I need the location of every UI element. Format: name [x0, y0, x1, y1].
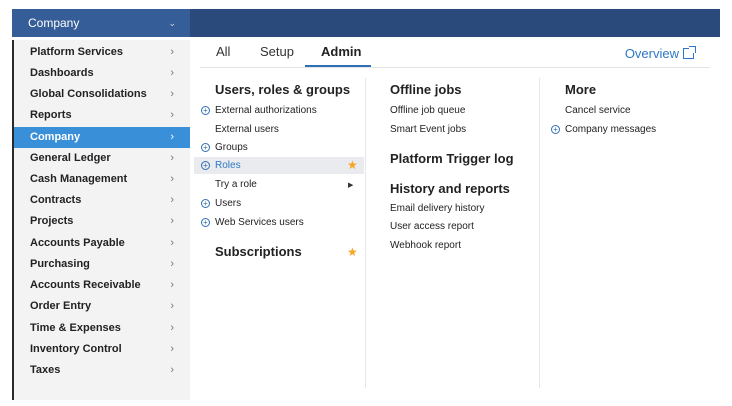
overview-link[interactable]: Overview	[624, 46, 696, 61]
chevron-right-icon: ›	[170, 300, 174, 312]
sidebar-item-label: Accounts Payable	[30, 237, 125, 249]
sidebar-item-purchasing[interactable]: Purchasing ›	[14, 254, 190, 275]
chevron-right-icon: ›	[170, 131, 174, 143]
link-offline-job-queue[interactable]: Offline job queue	[390, 105, 465, 116]
sidebar-item-label: Dashboards	[30, 67, 94, 79]
offline-jobs-heading: Offline jobs	[390, 82, 462, 97]
sidebar-item-cash-management[interactable]: Cash Management ›	[14, 169, 190, 190]
sidebar-item-label: Purchasing	[30, 258, 90, 270]
sidebar-item-label: Time & Expenses	[30, 322, 121, 334]
link-external-authorizations[interactable]: External authorizations	[215, 105, 317, 116]
column-divider	[365, 78, 366, 388]
app-frame: Company ⌄ Platform Services › Dashboards ›…	[0, 0, 732, 406]
tab-admin[interactable]: Admin	[321, 44, 361, 66]
star-icon[interactable]: ★	[347, 245, 358, 259]
external-link-icon	[683, 46, 696, 59]
sidebar-item-contracts[interactable]: Contracts ›	[14, 190, 190, 211]
sidebar-item-dashboards[interactable]: Dashboards ›	[14, 63, 190, 84]
link-cancel-service[interactable]: Cancel service	[565, 105, 631, 116]
sidebar-item-reports[interactable]: Reports ›	[14, 105, 190, 126]
sidebar-item-general-ledger[interactable]: General Ledger ›	[14, 148, 190, 169]
sidebar-item-label: Reports	[30, 109, 72, 121]
sidebar-item-global-consolidations[interactable]: Global Consolidations ›	[14, 84, 190, 105]
add-icon: +	[201, 199, 210, 208]
link-roles[interactable]: Roles	[215, 160, 241, 171]
sidebar-item-label: Inventory Control	[30, 343, 122, 355]
history-reports-heading: History and reports	[390, 181, 510, 196]
chevron-right-icon: ›	[170, 364, 174, 376]
more-heading: More	[565, 82, 597, 97]
link-try-a-role[interactable]: Try a role	[215, 179, 257, 190]
chevron-right-icon: ›	[170, 258, 174, 270]
chevron-right-icon: ›	[170, 67, 174, 79]
sidebar-item-time-expenses[interactable]: Time & Expenses ›	[14, 318, 190, 339]
chevron-right-icon: ›	[170, 173, 174, 185]
sidebar-item-label: Order Entry	[30, 300, 92, 312]
link-groups[interactable]: Groups	[215, 142, 248, 153]
chevron-right-icon: ›	[170, 88, 174, 100]
add-icon: +	[201, 218, 210, 227]
chevron-right-icon: ›	[170, 109, 174, 121]
sidebar-item-label: Platform Services	[30, 46, 123, 58]
tab-setup[interactable]: Setup	[260, 44, 294, 66]
link-email-delivery-history[interactable]: Email delivery history	[390, 203, 484, 214]
sidebar: Platform Services › Dashboards › Global Co…	[12, 40, 190, 400]
company-selector-label: Company	[28, 16, 80, 30]
sidebar-item-order-entry[interactable]: Order Entry ›	[14, 296, 190, 317]
link-external-users[interactable]: External users	[215, 124, 279, 135]
sidebar-item-label: Global Consolidations	[30, 88, 147, 100]
submenu-arrow-icon: ▶	[348, 182, 354, 189]
chevron-right-icon: ›	[170, 322, 174, 334]
link-web-services-users[interactable]: Web Services users	[215, 217, 304, 228]
platform-trigger-log-heading[interactable]: Platform Trigger log	[390, 151, 514, 166]
sidebar-item-label: Company	[30, 131, 81, 143]
chevron-right-icon: ›	[170, 279, 174, 291]
active-tab-indicator	[305, 65, 371, 67]
company-selector[interactable]: Company ⌄	[12, 9, 190, 37]
overview-label: Overview	[624, 46, 679, 61]
sidebar-item-projects[interactable]: Projects ›	[14, 211, 190, 232]
sidebar-item-accounts-receivable[interactable]: Accounts Receivable ›	[14, 275, 190, 296]
sidebar-item-accounts-payable[interactable]: Accounts Payable ›	[14, 233, 190, 254]
link-company-messages[interactable]: Company messages	[565, 124, 656, 135]
chevron-right-icon: ›	[170, 215, 174, 227]
sidebar-item-label: Accounts Receivable	[30, 279, 141, 291]
chevron-right-icon: ›	[170, 343, 174, 355]
sidebar-item-company[interactable]: Company ›	[14, 127, 190, 148]
add-icon: +	[201, 106, 210, 115]
add-icon: +	[201, 161, 210, 170]
chevron-right-icon: ›	[170, 237, 174, 249]
sidebar-item-taxes[interactable]: Taxes ›	[14, 360, 190, 381]
chevron-right-icon: ›	[170, 152, 174, 164]
sidebar-item-label: General Ledger	[30, 152, 111, 164]
subscriptions-heading[interactable]: Subscriptions	[215, 244, 302, 259]
add-icon: +	[551, 125, 560, 134]
link-webhook-report[interactable]: Webhook report	[390, 240, 461, 251]
sidebar-item-label: Cash Management	[30, 173, 128, 185]
link-smart-event-jobs[interactable]: Smart Event jobs	[390, 124, 466, 135]
sidebar-item-inventory-control[interactable]: Inventory Control ›	[14, 339, 190, 360]
sidebar-item-label: Projects	[30, 215, 74, 227]
column-divider	[539, 78, 540, 388]
chevron-right-icon: ›	[170, 46, 174, 58]
link-users[interactable]: Users	[215, 198, 241, 209]
sidebar-item-label: Contracts	[30, 194, 82, 206]
star-icon[interactable]: ★	[347, 158, 358, 172]
sidebar-item-platform-services[interactable]: Platform Services ›	[14, 42, 190, 63]
link-user-access-report[interactable]: User access report	[390, 221, 474, 232]
top-bar: Company ⌄	[12, 9, 720, 37]
tab-all[interactable]: All	[216, 44, 230, 66]
users-roles-groups-heading: Users, roles & groups	[215, 82, 351, 97]
chevron-down-icon: ⌄	[168, 18, 176, 28]
chevron-right-icon: ›	[170, 194, 174, 206]
add-icon: +	[201, 143, 210, 152]
tab-divider	[200, 67, 710, 68]
sidebar-item-label: Taxes	[30, 364, 61, 376]
